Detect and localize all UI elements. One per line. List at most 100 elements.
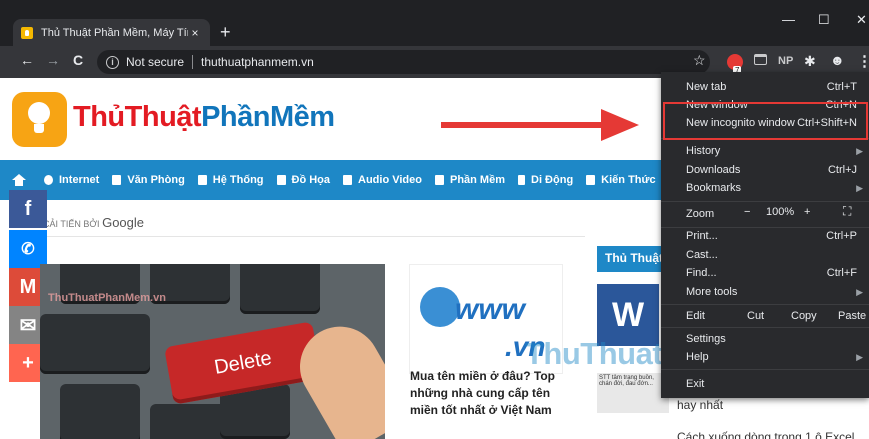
back-icon[interactable]: ← — [20, 52, 34, 68]
image-watermark: ThuThuatPhanMem.vn — [48, 292, 166, 304]
menu-label: Bookmarks — [686, 182, 742, 194]
forward-icon[interactable]: → — [46, 52, 60, 68]
menu-item-new-tab[interactable]: New tab Ctrl+T — [661, 78, 869, 96]
paste-button[interactable]: Paste — [838, 310, 866, 322]
menu-label: New tab — [686, 81, 727, 93]
menu-separator — [661, 201, 869, 202]
zoom-in-button[interactable]: + — [804, 206, 810, 218]
menu-item-print[interactable]: Print... Ctrl+P — [661, 227, 869, 245]
menu-item-zoom: Zoom — [661, 204, 869, 224]
document-icon — [112, 175, 122, 185]
windows-icon — [197, 175, 207, 185]
zoom-out-button[interactable]: − — [744, 206, 750, 218]
chevron-right-icon: ▶ — [856, 351, 863, 362]
facebook-icon: f — [24, 197, 32, 220]
red-arrow-icon — [441, 109, 639, 141]
nav-label: Hệ Thống — [212, 174, 264, 186]
fullscreen-icon[interactable]: ⛶ — [843, 204, 851, 219]
screenshot-root: Thủ Thuật Phần Mềm, Máy Tính,... × + — ☐… — [0, 0, 869, 439]
logo-word-1: Thủ — [73, 101, 125, 133]
new-tab-button[interactable]: + — [220, 22, 231, 42]
article-thumbnail[interactable]: STT tâm trạng buồn, chán đời, đau đớn... — [597, 373, 669, 413]
lightbulb-logo-icon[interactable] — [12, 92, 67, 147]
messenger-icon: ✆ — [21, 241, 35, 258]
menu-dots-icon[interactable]: ⋮ — [857, 52, 869, 70]
menu-separator — [661, 369, 869, 370]
menu-item-help[interactable]: Help ▶ — [661, 348, 869, 366]
nav-item-he-thong[interactable]: Hệ Thống — [197, 174, 264, 186]
google-prefix: CẢI TIẾN BỞI — [43, 219, 100, 229]
image-icon — [276, 175, 286, 185]
phone-icon — [518, 175, 525, 185]
keyboard-key — [40, 314, 150, 374]
extension-np-icon[interactable]: NP — [778, 55, 793, 67]
address-bar[interactable]: i Not secure thuthuatphanmem.vn — [97, 50, 710, 74]
menu-label: Edit — [686, 310, 705, 322]
minimize-icon[interactable]: — — [782, 12, 795, 27]
article-title-fragment[interactable]: hay nhất — [677, 398, 723, 412]
nav-item-internet[interactable]: Internet — [44, 174, 99, 186]
globe-icon — [420, 287, 460, 327]
zoom-level: 100% — [766, 206, 795, 218]
nav-item-phan-mem[interactable]: Phần Mềm — [434, 174, 505, 186]
chevron-right-icon: ▶ — [856, 182, 863, 193]
nav-item-do-hoa[interactable]: Đồ Họa — [276, 174, 331, 186]
logo-word-2: Thuật — [124, 101, 202, 133]
menu-label: Help — [686, 351, 709, 363]
cut-button[interactable]: Cut — [747, 310, 764, 322]
divider — [40, 236, 585, 237]
reload-icon[interactable]: C — [73, 52, 83, 68]
facebook-share-button[interactable]: f — [9, 190, 47, 228]
menu-item-more-tools[interactable]: More tools ▶ — [661, 283, 869, 301]
menu-item-find[interactable]: Find... Ctrl+F — [661, 264, 869, 282]
menu-item-exit[interactable]: Exit — [661, 375, 869, 393]
logo-word-4: Mềm — [270, 101, 335, 133]
messenger-share-button[interactable]: ✆ — [9, 230, 47, 268]
close-window-icon[interactable]: ✕ — [856, 12, 867, 28]
nav-label: Đồ Họa — [291, 174, 331, 186]
menu-label: Exit — [686, 378, 705, 390]
profile-icon[interactable]: ☻ — [830, 52, 845, 68]
featured-article-image[interactable]: Delete ThuThuatPhanMem.vn — [40, 264, 385, 439]
nav-label: Phần Mềm — [449, 174, 505, 186]
info-icon[interactable]: i — [106, 55, 119, 69]
nav-item-kien-thuc[interactable]: Kiến Thức — [586, 174, 656, 186]
keyboard-key — [240, 264, 320, 314]
menu-item-cast[interactable]: Cast... — [661, 246, 869, 264]
bookmark-star-icon[interactable]: ☆ — [693, 52, 706, 69]
copy-button[interactable]: Copy — [791, 310, 817, 322]
media-icon — [343, 175, 353, 185]
site-logo-text[interactable]: ThủThuậtPhầnMềm — [73, 101, 335, 134]
browser-tab[interactable]: Thủ Thuật Phần Mềm, Máy Tính,... × — [13, 19, 210, 46]
menu-item-bookmarks[interactable]: Bookmarks ▶ — [661, 179, 869, 197]
menu-shortcut: Ctrl+T — [826, 81, 857, 93]
tab-close-icon[interactable]: × — [188, 26, 202, 40]
article-title-fragment-2[interactable]: Cách xuống dòng trong 1 ô Excel — [677, 430, 854, 439]
nav-item-audio-video[interactable]: Audio Video — [343, 174, 422, 186]
extensions-puzzle-icon[interactable]: ✱ — [804, 53, 816, 70]
nav-item-di-dong[interactable]: Di Động — [518, 174, 573, 186]
extension-window-icon[interactable] — [754, 54, 767, 65]
menu-item-history[interactable]: History ▶ — [661, 142, 869, 160]
nav-label: Audio Video — [358, 174, 422, 186]
menu-label: Find... — [686, 267, 717, 279]
nav-label: Văn Phòng — [127, 174, 185, 186]
mail-icon: ✉ — [19, 314, 37, 337]
menu-label: History — [686, 145, 721, 157]
google-search-bar[interactable]: CẢI TIẾN BỞI Google — [43, 215, 144, 230]
browser-titlebar: Thủ Thuật Phần Mềm, Máy Tính,... × + — ☐… — [0, 0, 869, 46]
menu-item-settings[interactable]: Settings — [661, 330, 869, 348]
tab-title: Thủ Thuật Phần Mềm, Máy Tính,... — [41, 26, 188, 39]
nav-item-van-phong[interactable]: Văn Phòng — [112, 174, 185, 186]
article-card-title[interactable]: Mua tên miền ở đâu? Top những nhà cung c… — [410, 368, 570, 419]
home-icon[interactable] — [12, 174, 26, 186]
plus-icon: + — [22, 351, 34, 374]
menu-label: Settings — [686, 333, 726, 345]
menu-label: Print... — [686, 230, 718, 242]
menu-separator — [661, 304, 869, 305]
maximize-icon[interactable]: ☐ — [818, 12, 830, 28]
globe-icon — [44, 175, 53, 185]
menu-item-downloads[interactable]: Downloads Ctrl+J — [661, 161, 869, 179]
url-text: thuthuatphanmem.vn — [201, 55, 314, 69]
omnibox-divider — [192, 55, 194, 69]
